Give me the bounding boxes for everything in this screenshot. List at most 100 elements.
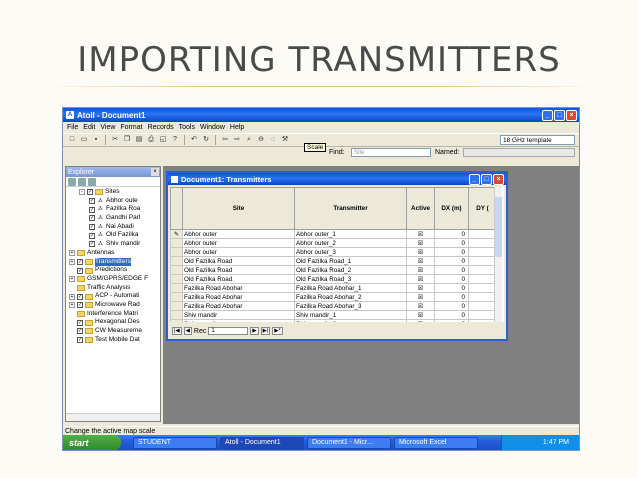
- cell-site[interactable]: Old Fazilka Road: [182, 274, 295, 284]
- checkbox-icon[interactable]: ✓: [77, 319, 83, 326]
- cell-active[interactable]: ☒: [406, 265, 435, 275]
- save-icon[interactable]: ▪: [91, 135, 101, 145]
- menu-item[interactable]: Records: [148, 124, 174, 131]
- close-button[interactable]: ×: [566, 109, 577, 121]
- next-record-icon[interactable]: ▶: [250, 327, 259, 335]
- menu-item[interactable]: Format: [120, 124, 142, 131]
- zoom-out-icon[interactable]: ⊖: [256, 135, 266, 145]
- checkbox-icon[interactable]: ✓: [89, 198, 95, 205]
- table-row[interactable]: Old Fazilka Road Old Fazilka Road_2 ☒ 0: [170, 265, 497, 275]
- cell-dy[interactable]: [468, 256, 497, 266]
- cell-dy[interactable]: [468, 310, 497, 320]
- table-row[interactable]: Fazilka Road Abohar Fazilka Road Abohar_3…: [170, 301, 497, 311]
- cell-dy[interactable]: [468, 238, 497, 248]
- col-site[interactable]: Site: [182, 187, 295, 230]
- explorer-scrollbar[interactable]: [66, 413, 160, 421]
- taskbar-button[interactable]: Atoll - Document1: [220, 436, 304, 449]
- cell-active[interactable]: ☒: [406, 283, 435, 293]
- geo-tab-icon[interactable]: [78, 177, 86, 186]
- params-tab-icon[interactable]: [88, 177, 96, 186]
- cell-active[interactable]: ☒: [406, 229, 435, 239]
- back-icon[interactable]: ⇦: [220, 135, 230, 145]
- row-selector[interactable]: [170, 274, 183, 284]
- checkbox-icon[interactable]: ✓: [77, 337, 83, 344]
- tree-item[interactable]: ✓ Ⲁ Abhor oute: [66, 197, 160, 206]
- table-row[interactable]: Shiv mandirShiv mandir_2☒0: [170, 319, 497, 322]
- col-active[interactable]: Active: [406, 187, 435, 230]
- refresh-icon[interactable]: ↻: [201, 135, 211, 145]
- cell-site[interactable]: Fazilka Road Abohar: [182, 301, 295, 311]
- row-selector[interactable]: [170, 292, 183, 302]
- cell-dx[interactable]: 0: [434, 274, 469, 284]
- expand-icon[interactable]: +: [69, 302, 75, 309]
- data-tab-icon[interactable]: [68, 177, 76, 186]
- first-record-icon[interactable]: |◀: [172, 327, 182, 335]
- cell-active[interactable]: ☒: [406, 274, 435, 284]
- checkbox-icon[interactable]: ✓: [89, 215, 95, 222]
- cell-transmitter[interactable]: Fazilka Road Abohar_3: [294, 301, 407, 311]
- menu-item[interactable]: Tools: [179, 124, 195, 131]
- row-selector[interactable]: ✎: [170, 229, 183, 239]
- cell-active[interactable]: ☒: [406, 310, 435, 320]
- cell-dx[interactable]: 0: [434, 229, 469, 239]
- cell-site[interactable]: Fazilka Road Abohar: [182, 292, 295, 302]
- start-button[interactable]: start: [63, 435, 121, 450]
- cell-transmitter[interactable]: Abhor outer_1: [294, 229, 407, 239]
- checkbox-icon[interactable]: ✓: [77, 328, 83, 335]
- cell-site[interactable]: Fazilka Road Abohar: [182, 283, 295, 293]
- table-row[interactable]: Fazilka Road Abohar Fazilka Road Abohar_2…: [170, 292, 497, 302]
- checkbox-icon[interactable]: ✓: [89, 224, 95, 231]
- row-selector[interactable]: [170, 301, 183, 311]
- cell-dx[interactable]: 0: [434, 265, 469, 275]
- cell-transmitter[interactable]: Old Fazilka Road_1: [294, 256, 407, 266]
- doc-close-button[interactable]: ×: [493, 173, 504, 185]
- print-icon[interactable]: ⎙: [146, 135, 156, 145]
- tree-item[interactable]: + GSM/GPRS/EDGE F: [66, 275, 160, 284]
- tree-item[interactable]: + ✓ Microwave Rad: [66, 301, 160, 310]
- cell-site[interactable]: Abhor outer: [182, 247, 295, 257]
- menu-item[interactable]: File: [67, 124, 78, 131]
- new-icon[interactable]: □: [67, 135, 77, 145]
- record-number[interactable]: 1: [208, 327, 249, 335]
- table-row[interactable]: Fazilka Road Abohar Fazilka Road Abohar_1…: [170, 283, 497, 293]
- prev-record-icon[interactable]: ◀: [183, 327, 192, 335]
- cell-transmitter[interactable]: Shiv mandir_2: [294, 319, 407, 322]
- menu-item[interactable]: Window: [200, 124, 225, 131]
- checkbox-icon[interactable]: ✓: [77, 293, 83, 300]
- table-row[interactable]: Abhor outer Abhor outer_2 ☒ 0: [170, 238, 497, 248]
- cell-transmitter[interactable]: Abhor outer_3: [294, 247, 407, 257]
- table-row[interactable]: Old Fazilka Road Old Fazilka Road_3 ☒ 0: [170, 274, 497, 284]
- cell-active[interactable]: ☒: [406, 319, 435, 322]
- expand-icon[interactable]: +: [69, 250, 75, 257]
- tree-item[interactable]: Traffic Analysis: [66, 284, 160, 293]
- cell-site[interactable]: Abhor outer: [182, 229, 295, 239]
- cell-transmitter[interactable]: Shiv mandir_1: [294, 310, 407, 320]
- checkbox-icon[interactable]: ✓: [89, 241, 95, 248]
- cell-dy[interactable]: [468, 319, 497, 322]
- tree-item[interactable]: ✓ Predictions: [66, 266, 160, 275]
- cell-dy[interactable]: [468, 301, 497, 311]
- checkbox-icon[interactable]: ✓: [77, 302, 83, 309]
- tree-item[interactable]: + ✓ ACP - Automati: [66, 292, 160, 301]
- minimize-button[interactable]: _: [542, 109, 553, 121]
- table-vscrollbar[interactable]: [494, 187, 502, 322]
- cell-dy[interactable]: [468, 247, 497, 257]
- row-selector[interactable]: [170, 319, 183, 322]
- cell-dx[interactable]: 0: [434, 256, 469, 266]
- cell-transmitter[interactable]: Abhor outer_2: [294, 238, 407, 248]
- expand-icon[interactable]: +: [69, 276, 75, 283]
- forward-icon[interactable]: ⇨: [232, 135, 242, 145]
- cell-dx[interactable]: 0: [434, 319, 469, 322]
- cell-transmitter[interactable]: Fazilka Road Abohar_1: [294, 283, 407, 293]
- menu-item[interactable]: View: [100, 124, 115, 131]
- new-record-icon[interactable]: ▶*: [272, 327, 283, 335]
- tree-item[interactable]: ✓ Ⲁ Gandhi Parl: [66, 214, 160, 223]
- last-record-icon[interactable]: ▶|: [260, 327, 271, 335]
- named-input[interactable]: [463, 148, 575, 157]
- cell-transmitter[interactable]: Fazilka Road Abohar_2: [294, 292, 407, 302]
- preview-icon[interactable]: ◱: [158, 135, 168, 145]
- maximize-button[interactable]: □: [554, 109, 565, 121]
- checkbox-icon[interactable]: ✓: [89, 206, 95, 213]
- tools-icon[interactable]: ⚒: [280, 135, 290, 145]
- row-selector[interactable]: [170, 256, 183, 266]
